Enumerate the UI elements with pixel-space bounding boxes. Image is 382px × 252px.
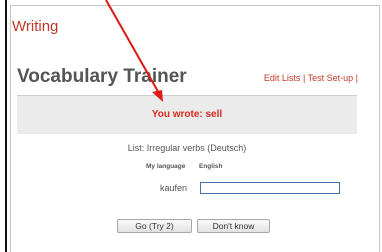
red-arrow-annotation — [105, 0, 163, 102]
arrow-line — [105, 0, 161, 96]
arrowhead — [152, 90, 163, 102]
